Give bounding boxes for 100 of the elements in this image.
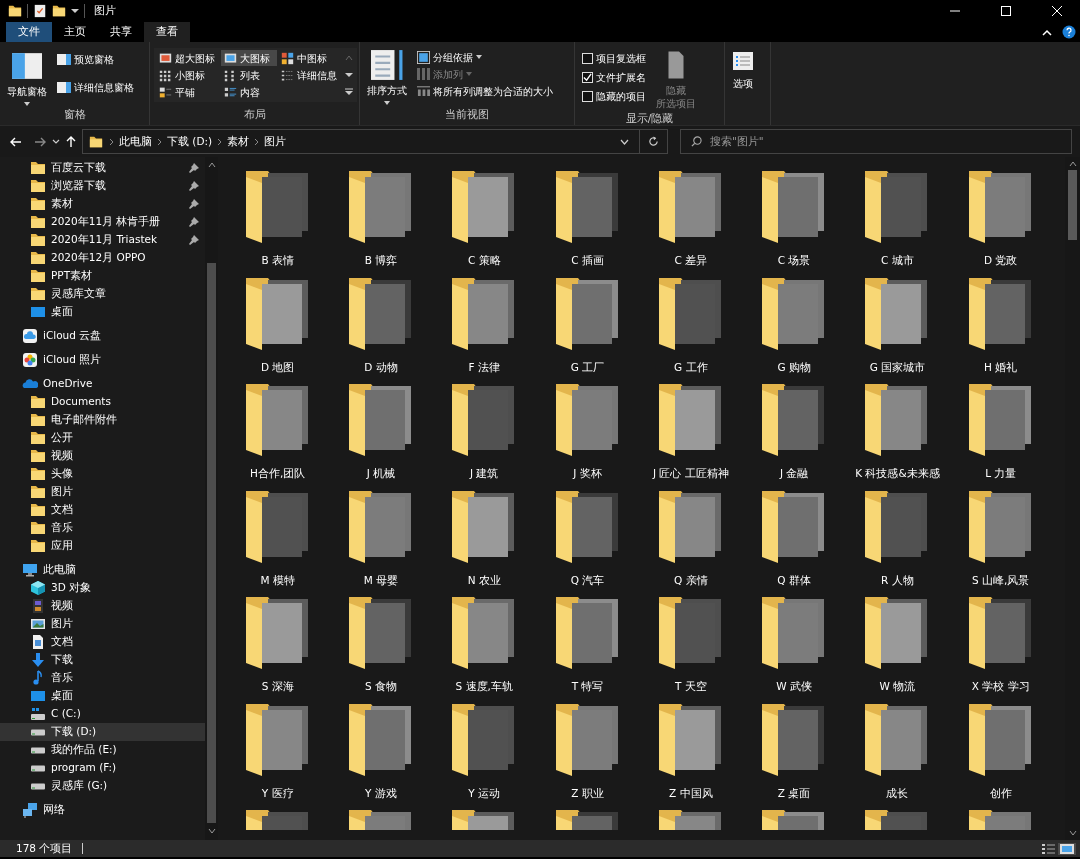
folder-name[interactable]: Q 汽车 (570, 572, 605, 589)
navigation-item[interactable]: 视频 (0, 447, 205, 465)
up-arrow-icon[interactable] (66, 135, 76, 148)
scrollbar-thumb[interactable] (207, 263, 216, 823)
ribbon-tab[interactable]: 查看 (144, 22, 190, 42)
checkbox[interactable] (582, 71, 593, 83)
folder-name[interactable]: Z 桌面 (777, 785, 811, 802)
folder-name[interactable]: 成长 (886, 785, 909, 802)
navigation-item[interactable]: 桌面 (0, 303, 205, 321)
navigation-item[interactable]: 浏览器下载 (0, 177, 205, 195)
navigation-item[interactable]: C (C:) (0, 705, 205, 723)
folder-name[interactable]: C 场景 (777, 253, 811, 269)
size-columns-button[interactable]: 将所有列调整为合适的大小 (414, 82, 556, 100)
scrollbar-thumb[interactable] (1068, 170, 1077, 240)
navigation-item[interactable]: 灵感库文章 (0, 285, 205, 303)
folder-name[interactable]: G 工作 (674, 359, 708, 376)
large-icons-view-button[interactable] (1058, 842, 1076, 855)
navigation-item[interactable]: 视频 (0, 597, 205, 615)
layout-option[interactable]: 超大图标 (156, 50, 220, 66)
folder-name[interactable]: N 农业 (467, 572, 501, 589)
navigation-item[interactable]: 桌面 (0, 687, 205, 705)
options-button[interactable]: 选项 (729, 46, 757, 125)
checkbox-option[interactable]: 隐藏的项目 (579, 86, 649, 106)
navigation-item[interactable]: iCloud 照片 (0, 351, 205, 369)
hide-selected-items-button[interactable]: 隐藏 所选项目 (653, 46, 699, 111)
breadcrumb-link[interactable]: 素材 (222, 133, 255, 150)
file-menu-tab[interactable]: 文件 (6, 22, 52, 42)
folder-name[interactable]: K 科技感&未来感 (855, 466, 940, 482)
checkbox[interactable] (582, 90, 593, 102)
gallery-down-icon[interactable] (345, 72, 353, 78)
layout-option[interactable]: 大图标 (221, 50, 277, 66)
navigation-item[interactable]: 应用 (0, 537, 205, 555)
navigation-item[interactable]: 文档 (0, 501, 205, 519)
back-arrow-icon[interactable] (10, 136, 22, 147)
layout-option[interactable]: 平铺 (156, 84, 220, 100)
details-pane-button[interactable]: 详细信息窗格 (54, 79, 137, 97)
folder-name[interactable]: Z 职业 (571, 785, 604, 802)
navigation-item[interactable]: 音乐 (0, 519, 205, 537)
navigation-item[interactable]: 下载 (D:) (0, 723, 205, 741)
folder-name[interactable]: 创作 (989, 785, 1012, 802)
chevron-down-icon[interactable] (52, 138, 60, 145)
navigation-item[interactable]: 公开 (0, 429, 205, 447)
folder-name[interactable]: C 差异 (674, 253, 708, 269)
folder-name[interactable]: S 速度,车轨 (455, 679, 513, 695)
ribbon-tab[interactable]: 共享 (98, 22, 144, 42)
navigation-item[interactable]: program (F:) (0, 759, 205, 777)
layout-option[interactable]: 列表 (221, 67, 277, 83)
refresh-icon[interactable] (648, 136, 659, 147)
folder-name[interactable]: Y 运动 (468, 785, 501, 802)
folder-name[interactable]: J 奖杯 (573, 466, 602, 482)
navigation-item[interactable]: PPT素材 (0, 267, 205, 285)
checkbox[interactable] (582, 52, 593, 64)
navigation-item[interactable]: 灵感库 (G:) (0, 777, 205, 795)
navigation-item[interactable]: 图片 (0, 615, 205, 633)
folder-name[interactable]: D 动物 (364, 359, 398, 376)
folder-name[interactable]: F 法律 (468, 359, 500, 376)
navigation-item[interactable]: 2020年11月 林肯手册 (0, 213, 205, 231)
folder-name[interactable]: Y 游戏 (365, 785, 397, 802)
forward-arrow-icon[interactable] (34, 136, 46, 147)
scroll-up-icon[interactable] (1068, 161, 1077, 167)
folder-name[interactable]: M 母婴 (363, 572, 399, 589)
checkbox-option[interactable]: 文件扩展名 (579, 67, 649, 87)
folder-name[interactable]: G 工厂 (570, 359, 605, 376)
folder-name[interactable]: J 金融 (779, 466, 809, 482)
folder-name[interactable]: Z 中国风 (669, 785, 713, 802)
folder-name[interactable]: H合作,团队 (250, 466, 306, 482)
address-bar[interactable]: 此电脑 下载 (D:) 素材 图片 (82, 129, 668, 154)
folder-name[interactable]: D 党政 (984, 253, 1018, 269)
folder-name[interactable]: C 策略 (467, 253, 501, 269)
sort-by-button[interactable]: 排序方式 (364, 46, 410, 107)
ribbon-tab[interactable]: 主页 (52, 22, 98, 42)
scroll-down-icon[interactable] (1068, 830, 1077, 836)
navigation-item[interactable]: 下载 (0, 651, 205, 669)
help-icon[interactable] (1062, 25, 1076, 39)
navigation-item[interactable]: Documents (0, 393, 205, 411)
folder-name[interactable]: S 深海 (261, 679, 294, 695)
folder-name[interactable]: Q 亲情 (674, 572, 708, 589)
layout-option[interactable]: 详细信息 (278, 67, 344, 83)
breadcrumb-link[interactable]: 此电脑 (114, 133, 157, 150)
navigation-item[interactable]: 音乐 (0, 669, 205, 687)
folder-name[interactable]: G 国家城市 (869, 359, 926, 376)
navigation-item[interactable]: 文档 (0, 633, 205, 651)
details-view-button[interactable] (1040, 842, 1058, 855)
navigation-item[interactable]: 素材 (0, 195, 205, 213)
navigation-item[interactable]: 2020年11月 Triastek (0, 231, 205, 249)
folder-name[interactable]: C 插画 (571, 253, 604, 269)
folder-name[interactable]: G 购物 (777, 359, 811, 376)
folder-name[interactable]: L 力量 (985, 466, 1017, 482)
folder-name[interactable]: H 婚礼 (984, 359, 1018, 376)
chevron-down-icon[interactable] (620, 138, 629, 145)
folder-name[interactable]: J 匠心 工匠精神 (652, 466, 729, 482)
folder-name[interactable]: S 山峰,风景 (972, 572, 1030, 589)
group-by-button[interactable]: 分组依据 (414, 48, 556, 66)
folder-name[interactable]: W 武侠 (776, 679, 812, 695)
folder-name[interactable]: B 表情 (261, 253, 294, 269)
folder-name[interactable]: S 食物 (364, 679, 397, 695)
folder-name[interactable]: M 模特 (260, 572, 295, 589)
collapse-ribbon-icon[interactable] (1042, 28, 1052, 36)
folder-name[interactable]: Y 医疗 (261, 785, 294, 802)
navigation-item[interactable]: 电子邮件附件 (0, 411, 205, 429)
